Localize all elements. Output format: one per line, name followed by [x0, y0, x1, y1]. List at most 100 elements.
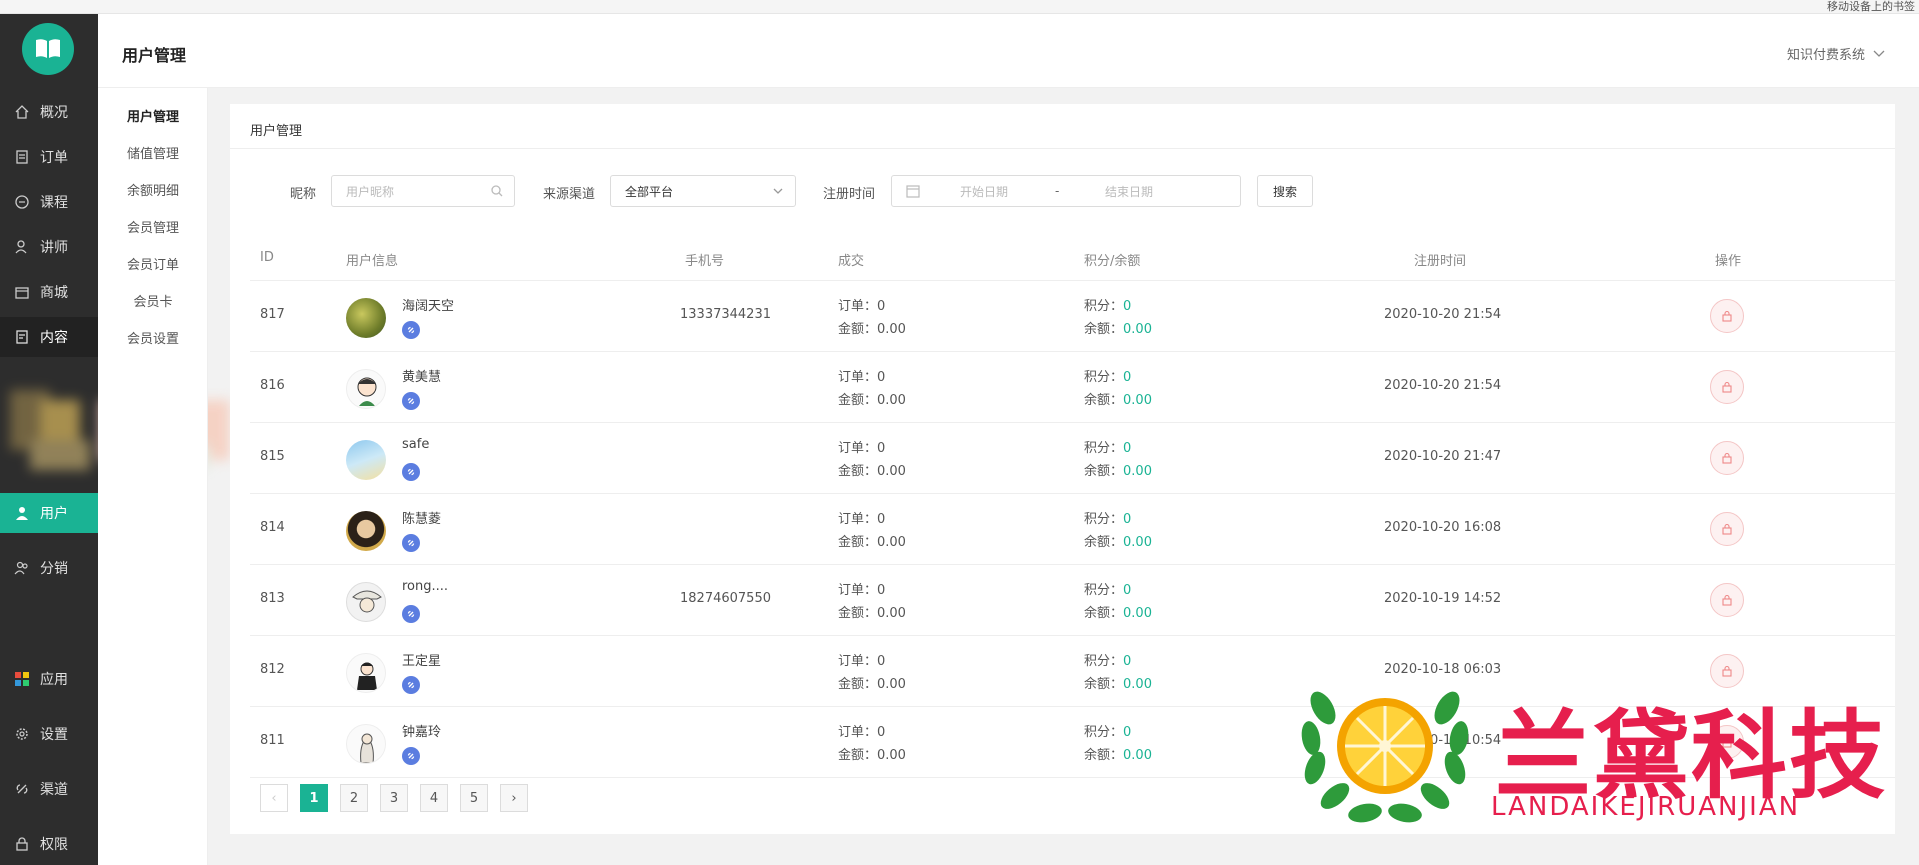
column-header-actions: 操作	[1715, 254, 1742, 269]
browser-bookmark-strip: 移动设备上的书签	[0, 0, 1919, 14]
system-name: 知识付费系统	[1786, 48, 1865, 63]
pagination-page-2[interactable]: 2	[340, 784, 368, 812]
order-amount: 金额：0.00	[838, 393, 906, 408]
page-title: 用户管理	[122, 46, 187, 65]
balance-value: 余额：0.00	[1084, 748, 1152, 763]
lock-user-button[interactable]	[1710, 441, 1744, 475]
sidebar-item-channels[interactable]: 渠道	[0, 769, 98, 809]
sidebar-item-teachers[interactable]: 讲师	[0, 227, 98, 267]
table-row[interactable]: 814 陈慧菱 订单：0 金额：0.00 积分：0 余额：0.00 2020-1…	[250, 494, 1895, 565]
app-logo[interactable]	[22, 23, 74, 75]
points-value: 积分：0	[1084, 725, 1132, 740]
lock-icon	[1722, 310, 1732, 322]
sidebar-item-distribution[interactable]: 分销	[0, 548, 98, 588]
order-count: 订单：0	[838, 654, 886, 669]
user-id: 813	[260, 591, 285, 606]
pagination-page-1[interactable]: 1	[300, 784, 328, 812]
lock-user-button[interactable]	[1710, 583, 1744, 617]
date-range-picker[interactable]: 开始日期 - 结束日期	[891, 175, 1241, 207]
sidebar-item-courses[interactable]: 课程	[0, 182, 98, 222]
lock-icon	[1722, 594, 1732, 606]
sidebar-item-content[interactable]: 内容	[0, 317, 98, 357]
sidebar-item-orders[interactable]: 订单	[0, 137, 98, 177]
order-amount: 金额：0.00	[838, 322, 906, 337]
sidebar-item-settings[interactable]: 设置	[0, 714, 98, 754]
subnav-item-member-management[interactable]: 会员管理	[98, 217, 208, 236]
sidebar-item-label: 分销	[40, 561, 68, 577]
subnav-item-user-management[interactable]: 用户管理	[98, 106, 208, 125]
subnav-item-balance-detail[interactable]: 余额明细	[98, 180, 208, 199]
balance-value: 余额：0.00	[1084, 677, 1152, 692]
nickname-placeholder: 用户昵称	[346, 184, 395, 199]
system-switcher[interactable]: 知识付费系统	[1787, 44, 1885, 63]
register-time: 2020-10-20 16:08	[1384, 520, 1502, 535]
sidebar-item-permissions[interactable]: 权限	[0, 824, 98, 864]
avatar	[346, 511, 386, 551]
points-value: 积分：0	[1084, 441, 1132, 456]
pagination-page-3[interactable]: 3	[380, 784, 408, 812]
lock-user-button[interactable]	[1710, 370, 1744, 404]
mini-program-icon	[402, 747, 420, 765]
points-value: 积分：0	[1084, 299, 1132, 314]
shop-icon	[14, 284, 30, 300]
subnav-item-member-orders[interactable]: 会员订单	[98, 254, 208, 273]
mini-program-icon	[402, 534, 420, 552]
pagination-page-5[interactable]: 5	[460, 784, 488, 812]
sidebar-item-apps[interactable]: 应用	[0, 659, 98, 699]
balance-value: 余额：0.00	[1084, 464, 1152, 479]
start-date-placeholder: 开始日期	[960, 184, 1009, 199]
subnav-item-stored-value[interactable]: 储值管理	[98, 143, 208, 162]
order-amount: 金额：0.00	[838, 464, 906, 479]
sidebar-item-label: 讲师	[40, 240, 68, 256]
mini-program-icon	[402, 605, 420, 623]
user-name: 陈慧菱	[402, 512, 442, 527]
pagination-page-4[interactable]: 4	[420, 784, 448, 812]
sidebar-item-label: 用户	[40, 506, 68, 522]
laurel-orange-logo	[1301, 691, 1469, 823]
secondary-sidebar: 用户管理 储值管理 余额明细 会员管理 会员订单 会员卡 会员设置	[98, 88, 208, 865]
settings-icon	[14, 726, 30, 742]
bookmark-note[interactable]: 移动设备上的书签	[1827, 0, 1915, 14]
user-name: 海阔天空	[402, 299, 455, 314]
user-id: 816	[260, 378, 285, 393]
search-button[interactable]: 搜索	[1257, 175, 1313, 207]
column-header-points-balance: 积分/余额	[1084, 254, 1141, 269]
table-row[interactable]: 815 safe 订单：0 金额：0.00 积分：0 余额：0.00 2020-…	[250, 423, 1895, 494]
column-header-id: ID	[260, 250, 274, 265]
table-row[interactable]: 817 海阔天空 13337344231 订单：0 金额：0.00 积分：0 余…	[250, 281, 1895, 352]
table-row[interactable]: 813 rong.... 18274607550 订单：0 金额：0.00 积分…	[250, 565, 1895, 636]
user-name: 钟嘉玲	[402, 725, 442, 740]
order-count: 订单：0	[838, 299, 886, 314]
avatar	[346, 724, 386, 764]
chevron-down-icon	[773, 188, 783, 194]
pagination-prev[interactable]: ‹	[260, 784, 288, 812]
subnav-item-member-card[interactable]: 会员卡	[98, 291, 208, 310]
subnav-item-member-settings[interactable]: 会员设置	[98, 328, 208, 347]
user-name: rong....	[402, 579, 449, 594]
user-id: 812	[260, 662, 285, 677]
teacher-icon	[14, 239, 30, 255]
user-name: safe	[402, 437, 430, 452]
user-name: 王定星	[402, 654, 442, 669]
lock-user-button[interactable]	[1710, 512, 1744, 546]
lock-icon	[1722, 381, 1732, 393]
table-row[interactable]: 816 黄美慧 订单：0 金额：0.00 积分：0 余额：0.00 2020-1…	[250, 352, 1895, 423]
sidebar-item-shop[interactable]: 商城	[0, 272, 98, 312]
order-icon	[14, 149, 30, 165]
column-header-deals: 成交	[838, 254, 865, 269]
order-amount: 金额：0.00	[838, 748, 906, 763]
source-select[interactable]: 全部平台	[610, 175, 796, 207]
register-time: 2020-10-20 21:54	[1384, 378, 1502, 393]
sidebar-item-users[interactable]: 用户	[0, 493, 98, 533]
nickname-input[interactable]: 用户昵称	[331, 175, 515, 207]
home-icon	[14, 104, 30, 120]
end-date-placeholder: 结束日期	[1105, 184, 1154, 199]
pagination-next[interactable]: ›	[500, 784, 528, 812]
lock-user-button[interactable]	[1710, 299, 1744, 333]
divider	[230, 148, 1895, 149]
user-id: 817	[260, 307, 285, 322]
sidebar-item-overview[interactable]: 概况	[0, 92, 98, 132]
order-amount: 金额：0.00	[838, 535, 906, 550]
avatar	[346, 440, 386, 480]
mini-program-icon	[402, 392, 420, 410]
